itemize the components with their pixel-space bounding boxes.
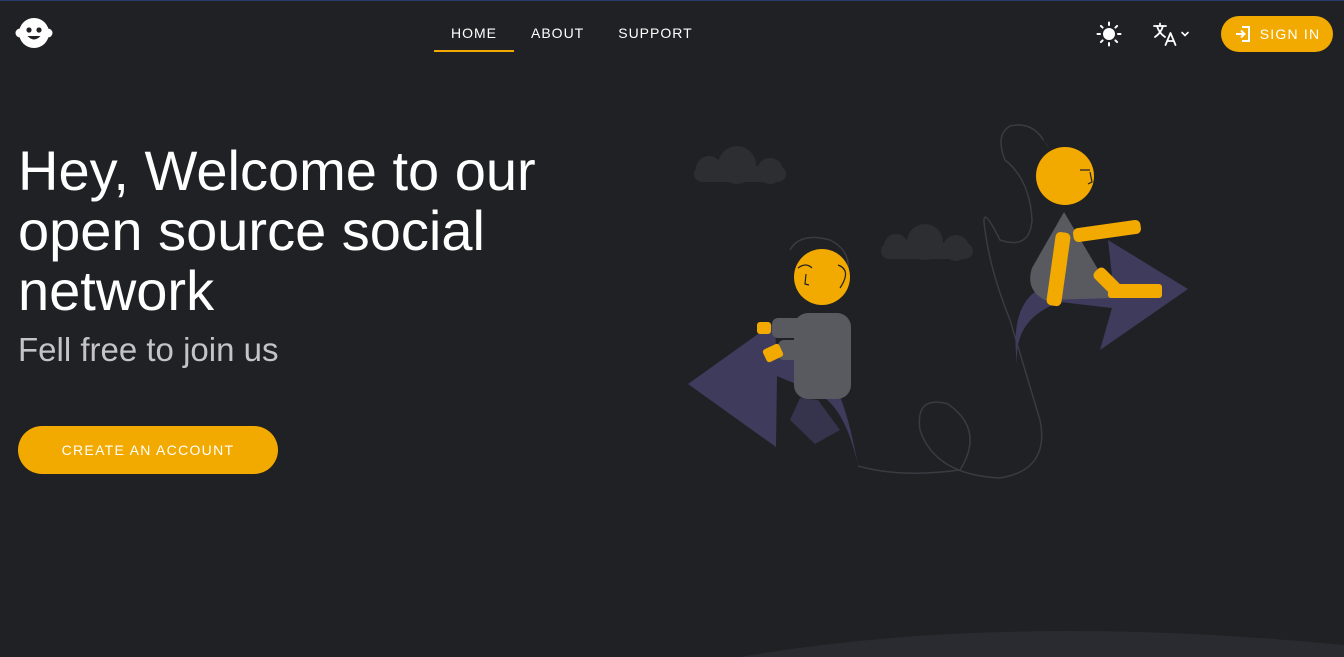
hero-subtitle: Fell free to join us bbox=[18, 331, 279, 368]
nav-home[interactable]: HOME bbox=[434, 14, 514, 52]
create-account-label: CREATE AN ACCOUNT bbox=[61, 442, 235, 458]
page: HOME ABOUT SUPPORT SIGN IN Hey, Welcome … bbox=[0, 0, 1344, 657]
nav-support[interactable]: SUPPORT bbox=[601, 14, 709, 52]
header: HOME ABOUT SUPPORT SIGN IN bbox=[0, 0, 1344, 66]
sign-in-button[interactable]: SIGN IN bbox=[1221, 16, 1333, 52]
cloud-icon bbox=[694, 146, 786, 184]
nav-support-label: SUPPORT bbox=[618, 25, 693, 41]
nav-home-label: HOME bbox=[451, 25, 497, 41]
main-nav: HOME ABOUT SUPPORT bbox=[434, 14, 710, 54]
cloud-icon bbox=[881, 224, 973, 261]
hero-illustration bbox=[688, 124, 1188, 479]
sign-in-label: SIGN IN bbox=[1259, 26, 1321, 42]
flight-path-line bbox=[857, 124, 1049, 479]
bottom-wave-decoration bbox=[740, 631, 1344, 657]
theme-toggle-button[interactable] bbox=[1096, 21, 1122, 47]
robot-face-icon[interactable] bbox=[15, 16, 53, 50]
login-icon bbox=[1235, 26, 1250, 42]
hero-title: Hey, Welcome to our open source social n… bbox=[18, 139, 536, 322]
chevron-down-icon bbox=[1181, 31, 1189, 37]
nav-about-label: ABOUT bbox=[531, 25, 585, 41]
translate-icon bbox=[1153, 22, 1177, 46]
nav-about[interactable]: ABOUT bbox=[514, 14, 601, 52]
create-account-button[interactable]: CREATE AN ACCOUNT bbox=[18, 426, 278, 474]
sun-icon bbox=[1096, 21, 1122, 47]
language-select[interactable] bbox=[1152, 21, 1192, 47]
